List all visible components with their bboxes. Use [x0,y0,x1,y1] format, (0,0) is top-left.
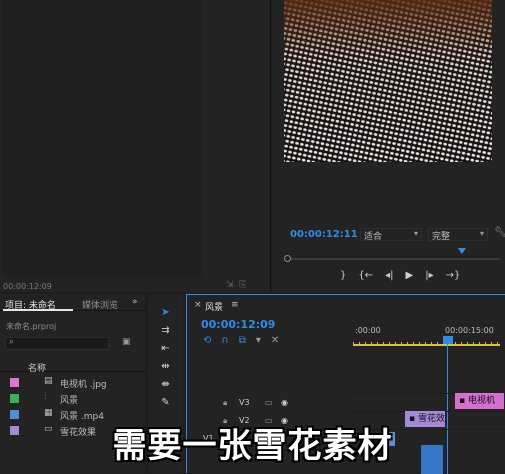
source-video-area[interactable] [2,0,202,276]
track-name: V3 [239,398,250,407]
snow-noise-image [284,0,492,162]
marker-icon[interactable]: ▾ [256,335,261,346]
mark-out-icon[interactable]: } [340,270,346,286]
video-icon: ▦ [44,408,53,418]
ruler-mid-label: 00:00:15:00 [445,326,494,335]
project-item[interactable]: ⫶ 风景 [0,390,145,406]
project-search-input[interactable] [5,337,109,350]
rolling-edit-tool-icon[interactable]: ⇹ [158,360,174,373]
track-select-tool-icon[interactable]: ⇉ [158,324,174,337]
linked-selection-icon[interactable]: ⧉ [239,335,246,346]
program-monitor-panel: 00:00:12:11 适合 ▾ 完整 ▾ 🔧︎ } {← ◂| ▶ |▸ →} [272,0,505,292]
play-icon[interactable]: ▶ [406,270,414,286]
panel-menu-icon[interactable]: ≡ [231,300,239,310]
video-subtitle: 需要一张雪花素材 [112,426,393,466]
project-item-label: 风景 [60,396,79,406]
source-export-controls[interactable]: ⇲ ⎘ [226,280,246,290]
fit-select[interactable]: 适合 ▾ [360,228,422,242]
fit-select-value: 适合 [364,232,383,242]
clip-tv[interactable]: ▪ 电视机 [455,393,504,409]
source-timecode[interactable]: 00:00:12:09 [3,282,52,291]
timeline-toolbar: ⟲ ∩ ⧉ ▾ ✕ [203,335,279,346]
step-back-icon[interactable]: ◂| [385,270,393,286]
program-timecode[interactable]: 00:00:12:11 [290,229,358,240]
program-scrub-bar[interactable] [284,258,500,260]
column-name-header[interactable]: 名称 [28,361,46,374]
project-file-name: 未命名.prproj [6,322,57,331]
wrench-icon[interactable]: ✕ [271,335,279,346]
quality-select[interactable]: 完整 ▾ [428,228,488,242]
ripple-edit-tool-icon[interactable]: ⇤ [158,342,174,355]
image-icon: ▤ [44,376,53,386]
project-item[interactable]: ▤ 电视机 .jpg [0,374,145,390]
ruler-start-label: :00:00 [355,326,381,335]
pen-tool-icon[interactable]: ✎ [158,396,174,409]
label-color-swatch[interactable] [10,378,19,387]
transport-controls: } {← ◂| ▶ |▸ →} [340,270,500,286]
scrub-start-handle[interactable] [284,255,291,262]
sequence-icon: ⫶ [44,392,47,402]
slip-tool-icon[interactable]: ⇼ [158,378,174,391]
snap-icon[interactable]: ∩ [221,335,228,346]
chevron-down-icon: ▾ [413,229,418,238]
timeline-playhead[interactable] [443,336,453,344]
go-to-in-icon[interactable]: {← [358,270,373,286]
program-video-frame [284,0,492,162]
new-bin-icon[interactable]: ▣ [122,337,131,347]
track-header-v3: 🔒︎ V3 ▭ ◉ [187,395,353,413]
search-icon: ⌕ [9,337,15,347]
go-to-out-icon[interactable]: →} [446,270,461,286]
clip-label: 电视机 [467,396,495,406]
selection-tool-icon[interactable]: ➤ [158,306,174,319]
project-item-label: 电视机 .jpg [60,380,107,390]
program-playhead[interactable] [458,248,466,254]
eye-icon[interactable]: ◉ [281,398,288,407]
sequence-tab[interactable]: 风景 [205,300,223,313]
label-color-swatch[interactable] [10,394,19,403]
sync-lock-icon[interactable]: ▭ [265,398,273,407]
timeline-timecode[interactable]: 00:00:12:09 [201,318,275,331]
more-tabs-icon[interactable]: » [132,297,138,307]
step-forward-icon[interactable]: |▸ [425,270,433,286]
active-tab-indicator [3,309,73,311]
wrench-icon[interactable]: 🔧︎ [494,227,505,238]
tab-media-browser[interactable]: 媒体浏览 [82,298,118,311]
lock-icon[interactable]: 🔒︎ [223,398,227,408]
chevron-down-icon: ▾ [479,229,484,238]
column-header-row [0,360,145,372]
nest-icon[interactable]: ⟲ [203,335,211,346]
work-area-bar[interactable] [353,342,500,346]
close-icon[interactable]: × [194,300,202,310]
quality-select-value: 完整 [432,232,451,242]
source-monitor-panel: 00:00:12:09 ⇲ ⎘ [0,0,271,292]
